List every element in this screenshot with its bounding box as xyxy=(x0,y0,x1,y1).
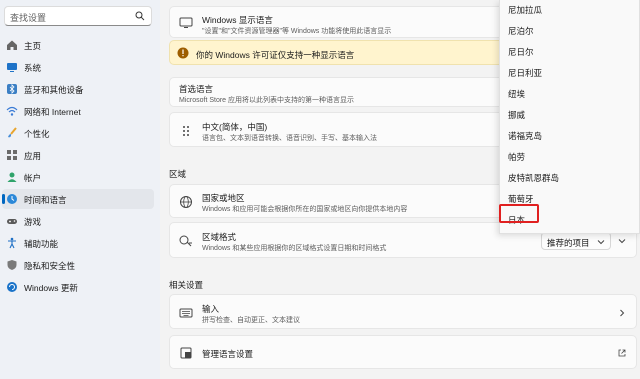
sidebar-item-system[interactable]: 系统 xyxy=(2,57,154,77)
list-item[interactable]: 瑞典 xyxy=(508,233,525,234)
display-language-title: Windows 显示语言 xyxy=(202,15,273,25)
sidebar-item-label: 主页 xyxy=(24,41,42,51)
search-input[interactable]: 查找设置 xyxy=(4,6,152,26)
input-title: 输入 xyxy=(202,304,220,314)
preferred-languages-subtitle: Microsoft Store 应用将以此列表中支持的第一种语言显示 xyxy=(179,97,355,104)
shield-icon xyxy=(7,260,17,270)
chevron-down-icon[interactable] xyxy=(618,237,626,245)
drag-handle-icon[interactable] xyxy=(179,124,193,138)
manage-language-title: 管理语言设置 xyxy=(202,349,254,359)
accessibility-icon xyxy=(8,237,16,249)
sidebar-item-label: 游戏 xyxy=(24,217,42,227)
bluetooth-icon xyxy=(7,84,17,94)
sidebar-item-windows-update[interactable]: Windows 更新 xyxy=(2,277,154,297)
warning-icon xyxy=(177,47,189,59)
system-icon xyxy=(7,63,17,72)
apps-icon xyxy=(7,150,17,160)
list-item[interactable]: 纽埃 xyxy=(508,88,525,100)
display-language-subtitle: "设置"和"文件资源管理器"等 Windows 功能将使用此语言显示 xyxy=(202,28,392,35)
sidebar-item-label: 时间和语言 xyxy=(24,195,67,205)
selection-highlight xyxy=(499,204,539,223)
search-icon[interactable] xyxy=(135,11,145,21)
country-region-subtitle: Windows 和应用可能会根据你所在的国家或地区向你提供本地内容 xyxy=(202,206,408,213)
sidebar: 查找设置 主页 系统 蓝牙和其他设备 网络和 Internet 个性化 应用 帐… xyxy=(0,0,160,379)
sidebar-item-label: 系统 xyxy=(24,63,42,73)
sidebar-item-label: 个性化 xyxy=(24,129,50,139)
input-subtitle: 拼写检查、自动更正、文本建议 xyxy=(202,317,300,324)
chevron-down-icon xyxy=(597,240,605,245)
list-item[interactable]: 尼日利亚 xyxy=(508,67,542,79)
region-section-label: 区域 xyxy=(169,169,187,179)
game-icon xyxy=(7,219,17,224)
sidebar-item-label: 辅助功能 xyxy=(24,239,59,249)
sidebar-item-time-language[interactable]: 时间和语言 xyxy=(2,189,154,209)
sidebar-item-accessibility[interactable]: 辅助功能 xyxy=(2,233,154,253)
list-item[interactable]: 尼日尔 xyxy=(508,46,534,58)
regional-format-title: 区域格式 xyxy=(202,232,237,242)
sidebar-item-home[interactable]: 主页 xyxy=(2,35,154,55)
active-indicator xyxy=(2,194,5,204)
sidebar-item-label: 应用 xyxy=(24,151,42,161)
chinese-language-subtitle: 语言包、文本到语音转换、语音识别、手写、基本输入法 xyxy=(202,135,377,142)
sidebar-item-label: 帐户 xyxy=(24,173,42,183)
list-item[interactable]: 诺福克岛 xyxy=(508,130,542,142)
chevron-right-icon xyxy=(620,309,625,317)
preferred-languages-title: 首选语言 xyxy=(179,84,214,94)
warning-text: 你的 Windows 许可证仅支持一种显示语言 xyxy=(196,50,355,60)
list-item[interactable]: 帕劳 xyxy=(508,151,525,163)
globe-icon xyxy=(180,196,192,208)
regional-format-value: 推荐的项目 xyxy=(547,238,590,248)
sidebar-item-accounts[interactable]: 帐户 xyxy=(2,167,154,187)
brush-icon xyxy=(8,127,17,138)
account-icon xyxy=(7,172,17,182)
related-settings-label: 相关设置 xyxy=(169,280,204,290)
list-item[interactable]: 皮特凯恩群岛 xyxy=(508,172,559,184)
regional-format-select[interactable]: 推荐的项目 xyxy=(541,232,611,250)
manage-language-settings-card[interactable]: 管理语言设置 xyxy=(169,335,637,369)
external-link-icon[interactable] xyxy=(618,349,626,357)
update-icon xyxy=(7,282,17,292)
sidebar-item-label: 蓝牙和其他设备 xyxy=(24,85,84,95)
regional-format-icon xyxy=(179,235,192,247)
list-item[interactable]: 尼加拉瓜 xyxy=(508,4,542,16)
list-item[interactable]: 挪威 xyxy=(508,109,525,121)
keyboard-icon xyxy=(179,308,193,318)
sidebar-item-privacy[interactable]: 隐私和安全性 xyxy=(2,255,154,275)
country-region-dropdown-list[interactable]: 尼加拉瓜 尼泊尔 尼日尔 尼日利亚 纽埃 挪威 诺福克岛 帕劳 皮特凯恩群岛 葡… xyxy=(499,0,640,234)
home-icon xyxy=(7,40,17,50)
input-settings-card[interactable]: 输入 拼写检查、自动更正、文本建议 xyxy=(169,294,637,329)
sidebar-item-bluetooth[interactable]: 蓝牙和其他设备 xyxy=(2,79,154,99)
sidebar-item-personalization[interactable]: 个性化 xyxy=(2,123,154,143)
regional-format-subtitle: Windows 和某些应用根据你的区域格式设置日期和时间格式 xyxy=(202,245,387,252)
country-region-title: 国家或地区 xyxy=(202,193,245,203)
network-icon xyxy=(6,106,18,116)
sidebar-item-apps[interactable]: 应用 xyxy=(2,145,154,165)
time-language-icon xyxy=(7,194,17,204)
sidebar-item-network[interactable]: 网络和 Internet xyxy=(2,101,154,121)
language-settings-icon xyxy=(180,347,192,359)
sidebar-item-label: 网络和 Internet xyxy=(24,107,81,117)
list-item[interactable]: 尼泊尔 xyxy=(508,25,534,37)
sidebar-item-label: Windows 更新 xyxy=(24,283,78,293)
chinese-language-title: 中文(简体，中国) xyxy=(202,122,268,132)
monitor-icon xyxy=(179,17,193,28)
sidebar-item-label: 隐私和安全性 xyxy=(24,261,76,271)
sidebar-item-gaming[interactable]: 游戏 xyxy=(2,211,154,231)
search-placeholder: 查找设置 xyxy=(10,13,47,23)
